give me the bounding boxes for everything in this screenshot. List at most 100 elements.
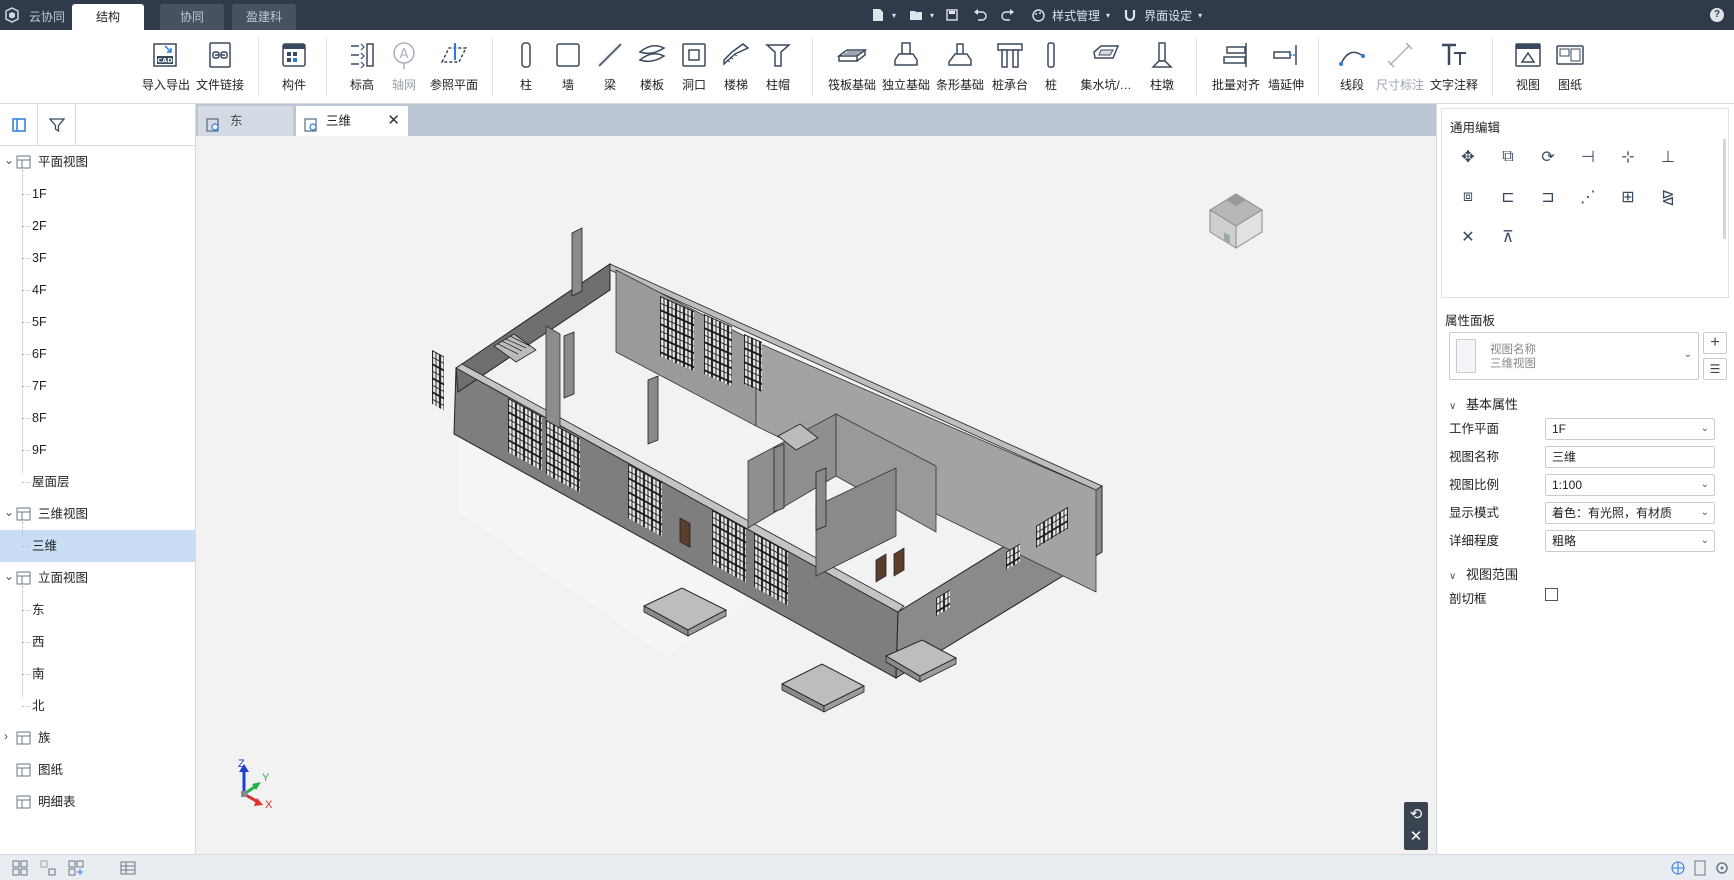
view-range-header[interactable]: ∨ 视图范围 bbox=[1449, 564, 1518, 583]
tree-group[interactable]: ⌄ 立面视图 bbox=[0, 562, 195, 594]
level-button[interactable]: 标高 bbox=[344, 38, 380, 100]
chevron-down-icon[interactable]: ▾ bbox=[1198, 11, 1202, 20]
edit-type-icon[interactable]: ☰ bbox=[1703, 358, 1727, 380]
column-cap-button[interactable]: 柱帽 bbox=[760, 38, 796, 100]
new-file-icon[interactable] bbox=[870, 7, 886, 23]
wall-extend-button[interactable]: 墙延伸 bbox=[1264, 38, 1308, 100]
raft-foundation-button[interactable]: 筏板基础 bbox=[826, 38, 878, 100]
floor-slab-button[interactable]: 楼板 bbox=[634, 38, 670, 100]
filter-icon[interactable] bbox=[38, 104, 76, 146]
add-type-icon[interactable]: + bbox=[1703, 332, 1727, 354]
wall-button[interactable]: 墙 bbox=[550, 38, 586, 100]
tree-group[interactable]: 图纸 bbox=[0, 754, 195, 786]
view-cube-icon[interactable] bbox=[1196, 176, 1276, 256]
tree-item[interactable]: 三维 bbox=[0, 530, 195, 562]
break-icon[interactable]: ⊥ bbox=[1656, 145, 1680, 169]
drawing-sheet-button[interactable]: 图纸 bbox=[1552, 38, 1588, 100]
redo-icon[interactable] bbox=[1000, 7, 1016, 23]
array-rect-icon[interactable]: ⊞ bbox=[1616, 185, 1640, 209]
component-button[interactable]: 构件 bbox=[276, 38, 312, 100]
array-linear-icon[interactable]: ⋰ bbox=[1576, 185, 1600, 209]
split-icon[interactable]: ⊹ bbox=[1616, 145, 1640, 169]
settings-icon[interactable] bbox=[1714, 860, 1730, 876]
tree-item[interactable]: 7F bbox=[0, 370, 195, 402]
file-link-button[interactable]: 文件链接 bbox=[194, 38, 246, 100]
section-box-checkbox[interactable] bbox=[1545, 588, 1558, 601]
isolated-foundation-button[interactable]: 独立基础 bbox=[880, 38, 932, 100]
delete-icon[interactable]: ✕ bbox=[1456, 225, 1480, 249]
chevron-down-icon[interactable]: ▾ bbox=[930, 11, 934, 20]
view-scale-select[interactable]: 1:100 ⌄ bbox=[1545, 474, 1715, 496]
tree-item[interactable]: 北 bbox=[0, 690, 195, 722]
column-button[interactable]: 柱 bbox=[508, 38, 544, 100]
scrollbar[interactable] bbox=[1723, 139, 1726, 239]
tree-item[interactable]: 9F bbox=[0, 434, 195, 466]
layout-grid-icon[interactable] bbox=[12, 860, 28, 876]
tree-group[interactable]: › 族 bbox=[0, 722, 195, 754]
help-icon[interactable]: ? bbox=[1710, 8, 1724, 22]
layout-single-icon[interactable] bbox=[40, 860, 56, 876]
undo-icon[interactable] bbox=[972, 7, 988, 23]
dimension-button[interactable]: 尺寸标注 bbox=[1374, 38, 1426, 100]
table-icon[interactable] bbox=[120, 860, 136, 876]
reference-plane-button[interactable]: 参照平面 bbox=[428, 38, 480, 100]
tree-item[interactable]: 6F bbox=[0, 338, 195, 370]
save-icon[interactable] bbox=[944, 7, 960, 23]
chevron-right-icon[interactable]: › bbox=[4, 720, 8, 752]
document-icon[interactable] bbox=[1692, 860, 1708, 876]
network-icon[interactable] bbox=[1670, 860, 1686, 876]
chevron-down-icon[interactable]: ⌄ bbox=[4, 144, 14, 176]
type-selector[interactable]: 视图名称 三维视图 ⌄ bbox=[1449, 332, 1699, 380]
tab-collaboration[interactable]: 协同 bbox=[160, 4, 224, 30]
working-plane-select[interactable]: 1F ⌄ bbox=[1545, 418, 1715, 440]
move-icon[interactable]: ✥ bbox=[1456, 145, 1480, 169]
import-export-button[interactable]: CAD 导入导出 bbox=[140, 38, 192, 100]
tree-item[interactable]: 1F bbox=[0, 178, 195, 210]
style-manage-menu[interactable]: 样式管理 bbox=[1052, 7, 1100, 24]
chevron-down-icon[interactable]: ⌄ bbox=[4, 560, 14, 592]
viewport-3d[interactable]: Z Y X ⟲ ✕ bbox=[196, 136, 1436, 854]
tree-group[interactable]: ⌄ 平面视图 bbox=[0, 146, 195, 178]
column-pier-button[interactable]: 柱墩 bbox=[1142, 38, 1182, 100]
reset-view-icon[interactable]: ⟲ bbox=[1404, 804, 1428, 826]
tree-item[interactable]: 2F bbox=[0, 210, 195, 242]
layout-tile-icon[interactable] bbox=[68, 860, 84, 876]
beam-button[interactable]: 梁 bbox=[592, 38, 628, 100]
mirror-icon[interactable]: ⧎ bbox=[1656, 185, 1680, 209]
chevron-down-icon[interactable]: ▾ bbox=[892, 11, 896, 20]
opening-button[interactable]: 洞口 bbox=[676, 38, 712, 100]
tab-structure[interactable]: 结构 bbox=[72, 4, 144, 30]
tab-view-3d[interactable]: 三维 ✕ bbox=[296, 106, 408, 136]
text-annotation-button[interactable]: 文字注释 bbox=[1428, 38, 1480, 100]
offset-icon[interactable]: ⧈ bbox=[1456, 185, 1480, 209]
strip-foundation-button[interactable]: 条形基础 bbox=[934, 38, 986, 100]
basic-properties-header[interactable]: ∨ 基本属性 bbox=[1449, 394, 1518, 413]
tab-yjk[interactable]: 盈建科 bbox=[232, 4, 296, 30]
pin-icon[interactable]: ⊼ bbox=[1496, 225, 1520, 249]
batch-align-button[interactable]: 批量对齐 bbox=[1210, 38, 1262, 100]
tree-item[interactable]: 3F bbox=[0, 242, 195, 274]
tree-item[interactable]: 5F bbox=[0, 306, 195, 338]
stair-button[interactable]: 楼梯 bbox=[718, 38, 754, 100]
tree-item[interactable]: 东 bbox=[0, 594, 195, 626]
tree-item[interactable]: 8F bbox=[0, 402, 195, 434]
open-file-icon[interactable] bbox=[908, 7, 924, 23]
tree-item[interactable]: 南 bbox=[0, 658, 195, 690]
close-icon[interactable]: ✕ bbox=[1404, 826, 1428, 848]
tree-group[interactable]: 明细表 bbox=[0, 786, 195, 818]
display-mode-select[interactable]: 着色：有光照，有材质 ⌄ bbox=[1545, 502, 1715, 524]
detail-level-select[interactable]: 粗略 ⌄ bbox=[1545, 530, 1715, 552]
tree-group[interactable]: ⌄ 三维视图 bbox=[0, 498, 195, 530]
trim-extend-icon[interactable]: ⊏ bbox=[1496, 185, 1520, 209]
copy-icon[interactable]: ⧉ bbox=[1496, 145, 1520, 169]
close-icon[interactable]: ✕ bbox=[387, 106, 400, 136]
rotate-icon[interactable]: ⟳ bbox=[1536, 145, 1560, 169]
view-button[interactable]: 视图 bbox=[1510, 38, 1546, 100]
trim-single-icon[interactable]: ⊐ bbox=[1536, 185, 1560, 209]
line-segment-button[interactable]: 线段 bbox=[1334, 38, 1370, 100]
tab-view-east[interactable]: 东 bbox=[198, 106, 294, 136]
ui-settings-menu[interactable]: 界面设定 bbox=[1144, 7, 1192, 24]
align-icon[interactable]: ⊣ bbox=[1576, 145, 1600, 169]
sump-pit-button[interactable]: 集水坑/… bbox=[1076, 38, 1136, 100]
pile-cap-button[interactable]: 桩承台 bbox=[988, 38, 1032, 100]
